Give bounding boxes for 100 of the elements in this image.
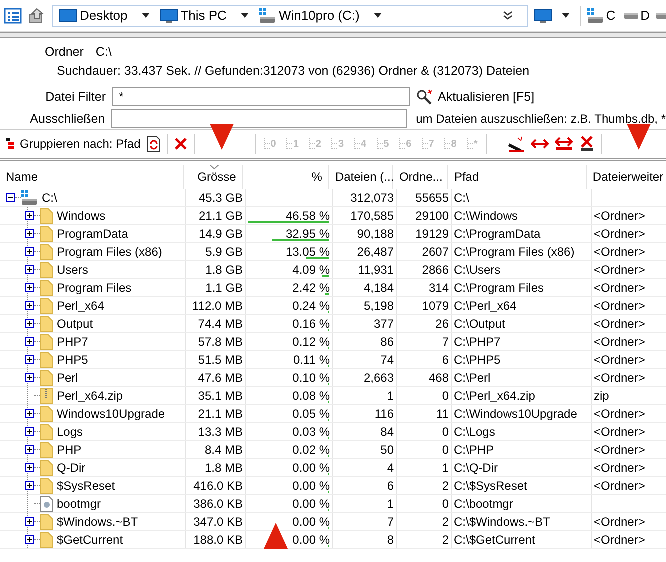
expander-button[interactable] bbox=[25, 517, 34, 526]
files-cell: 86 bbox=[380, 334, 394, 348]
expander-button[interactable] bbox=[25, 283, 34, 292]
folders-cell: 26 bbox=[436, 316, 449, 330]
item-name[interactable]: Windows10Upgrade bbox=[57, 406, 166, 420]
item-name[interactable]: ProgramData bbox=[57, 226, 128, 240]
dropdown-caret-icon[interactable] bbox=[240, 13, 249, 18]
item-name[interactable]: Windows bbox=[57, 208, 106, 222]
expander-button[interactable] bbox=[25, 373, 34, 382]
tree-level-icon bbox=[399, 138, 406, 150]
item-name[interactable]: $Windows.~BT bbox=[57, 514, 138, 528]
expander-button[interactable] bbox=[25, 355, 34, 364]
item-name[interactable]: Q-Dir bbox=[57, 460, 86, 474]
folders-cell: 29100 bbox=[416, 208, 449, 222]
list-view-icon[interactable] bbox=[4, 6, 22, 24]
item-name[interactable]: Program Files bbox=[57, 280, 132, 294]
column-header[interactable]: Name bbox=[0, 165, 184, 189]
files-cell: 4,184 bbox=[364, 280, 394, 294]
item-name[interactable]: PHP7 bbox=[57, 334, 88, 348]
item-name[interactable]: Output bbox=[57, 316, 94, 330]
column-fit-icon[interactable] bbox=[554, 137, 573, 151]
dropdown-caret-icon[interactable] bbox=[142, 13, 150, 18]
item-name[interactable]: Perl bbox=[57, 370, 78, 384]
column-header[interactable]: Dateierweiter bbox=[586, 165, 666, 189]
percent-cell: 13.05 % bbox=[286, 244, 330, 258]
column-header[interactable]: % bbox=[243, 165, 330, 189]
refresh-button[interactable]: Aktualisieren [F5] bbox=[416, 88, 535, 104]
folder-up-icon[interactable] bbox=[28, 6, 46, 24]
plus-icon bbox=[26, 410, 33, 417]
item-name[interactable]: $GetCurrent bbox=[57, 532, 124, 546]
item-name[interactable]: Perl_x64 bbox=[57, 298, 104, 312]
column-header[interactable]: Grösse bbox=[184, 165, 244, 189]
path-cell: C:\Program Files (x86) bbox=[454, 244, 575, 258]
item-name[interactable]: Perl_x64.zip bbox=[57, 388, 124, 402]
expander-button[interactable] bbox=[25, 481, 34, 490]
files-cell: 1 bbox=[387, 388, 394, 402]
address-bar[interactable]: Desktop This PC Win10pro (C:) bbox=[52, 4, 528, 26]
folder-path: C:\ bbox=[96, 45, 112, 59]
folders-cell: 314 bbox=[428, 280, 449, 294]
percent-cell: 0.02 % bbox=[292, 442, 330, 456]
breadcrumb-button[interactable]: Win10pro (C:) bbox=[258, 8, 364, 23]
delete-icon[interactable] bbox=[578, 136, 595, 152]
expander-button[interactable] bbox=[25, 319, 34, 328]
column-header[interactable]: Dateien (... bbox=[329, 165, 394, 189]
type-cell: <Ordner> bbox=[594, 316, 646, 330]
folders-cell: 0 bbox=[442, 424, 449, 438]
folders-cell: 0 bbox=[442, 388, 449, 402]
breadcrumb-button[interactable]: This PC bbox=[160, 8, 231, 24]
expander-button[interactable] bbox=[25, 427, 34, 436]
drive-button[interactable]: D bbox=[622, 8, 652, 23]
item-name[interactable]: bootmgr bbox=[57, 496, 102, 510]
percent-cell: 0.08 % bbox=[292, 388, 330, 402]
dropdown-caret-icon[interactable] bbox=[374, 13, 382, 18]
expander-button[interactable] bbox=[25, 337, 34, 346]
item-name[interactable]: Logs bbox=[57, 424, 84, 438]
size-cell: 386.0 KB bbox=[194, 496, 243, 510]
files-cell: 90,188 bbox=[357, 226, 394, 240]
breadcrumb-button[interactable]: Desktop bbox=[59, 8, 132, 23]
item-name[interactable]: $SysReset bbox=[57, 478, 116, 492]
folder-icon bbox=[40, 244, 53, 260]
item-name[interactable]: PHP bbox=[57, 442, 82, 456]
folders-cell: 2607 bbox=[422, 244, 449, 258]
folder-icon bbox=[40, 280, 53, 296]
drive-button[interactable]: C bbox=[585, 8, 618, 23]
column-header[interactable]: Ordne... bbox=[393, 165, 448, 189]
item-name[interactable]: Users bbox=[57, 262, 88, 276]
type-cell: <Ordner> bbox=[594, 406, 646, 420]
exclude-field[interactable] bbox=[111, 109, 408, 128]
item-name[interactable]: C:\ bbox=[42, 190, 58, 204]
type-cell: <Ordner> bbox=[594, 424, 646, 438]
folder-icon bbox=[40, 298, 53, 314]
size-cell: 57.8 MB bbox=[198, 334, 243, 348]
expander-button[interactable] bbox=[25, 211, 34, 220]
expander-button[interactable] bbox=[25, 445, 34, 454]
expander-button[interactable] bbox=[25, 409, 34, 418]
item-name[interactable]: Program Files (x86) bbox=[57, 244, 162, 258]
column-header[interactable]: Pfad bbox=[448, 165, 587, 189]
expander-button[interactable] bbox=[25, 247, 34, 256]
folders-cell: 19129 bbox=[416, 226, 449, 240]
files-cell: 84 bbox=[380, 424, 394, 438]
dropdown-caret-icon[interactable] bbox=[562, 13, 570, 18]
type-cell: <Ordner> bbox=[594, 334, 646, 348]
expander-button[interactable] bbox=[25, 535, 34, 544]
folders-cell: 468 bbox=[428, 370, 449, 384]
folder-icon bbox=[40, 262, 53, 278]
expander-button[interactable] bbox=[6, 193, 15, 202]
monitor-icon[interactable] bbox=[534, 8, 552, 24]
expander-button[interactable] bbox=[25, 229, 34, 238]
item-name[interactable]: PHP5 bbox=[57, 352, 88, 366]
expander-button[interactable] bbox=[25, 463, 34, 472]
expander-button[interactable] bbox=[25, 265, 34, 274]
files-cell: 50 bbox=[380, 442, 394, 456]
expander-button[interactable] bbox=[25, 301, 34, 310]
refresh-document-icon[interactable] bbox=[146, 136, 161, 152]
filter-field[interactable]: * bbox=[112, 87, 410, 106]
folder-icon bbox=[40, 478, 53, 494]
path-cell: C:\$GetCurrent bbox=[454, 532, 536, 546]
folders-cell: 2 bbox=[442, 532, 449, 546]
column-width-icon[interactable] bbox=[530, 138, 549, 150]
double-chevron-icon[interactable] bbox=[503, 10, 514, 20]
